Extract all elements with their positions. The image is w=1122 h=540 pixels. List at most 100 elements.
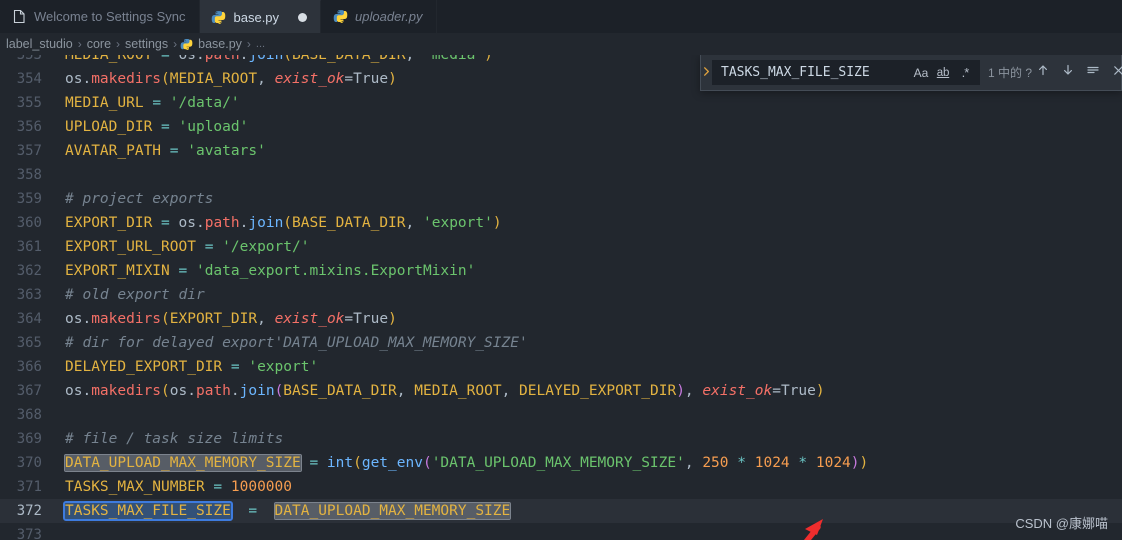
code-line: 361 EXPORT_URL_ROOT = '/export/': [0, 235, 1122, 259]
breadcrumb-separator: ›: [246, 37, 251, 51]
line-number: 371: [16, 479, 42, 495]
match-whole-word-toggle[interactable]: ab: [933, 63, 953, 83]
code-line: 355 MEDIA_URL = '/data/': [0, 91, 1122, 115]
line-content: [56, 523, 1122, 540]
line-number: 360: [16, 215, 42, 231]
occurrence-highlight: DATA_UPLOAD_MAX_MEMORY_SIZE: [273, 502, 512, 520]
code-line-active: 372 TASKS_MAX_FILE_SIZE = DATA_UPLOAD_MA…: [0, 499, 1122, 523]
line-content: # project exports: [65, 191, 214, 207]
close-find-button[interactable]: [1107, 62, 1122, 84]
tab-label: Welcome to Settings Sync: [34, 9, 186, 24]
line-content: DELAYED_EXPORT_DIR = 'export': [65, 359, 319, 375]
previous-match-button[interactable]: [1032, 62, 1054, 84]
line-content: AVATAR_PATH = 'avatars': [65, 143, 266, 159]
toggle-replace-button[interactable]: [701, 55, 712, 90]
code-line: 370 DATA_UPLOAD_MAX_MEMORY_SIZE = int(ge…: [0, 451, 1122, 475]
search-match-current: TASKS_MAX_FILE_SIZE: [63, 501, 233, 521]
find-actions: [1032, 62, 1122, 84]
line-number: 359: [16, 191, 42, 207]
python-icon: [211, 9, 227, 25]
line-number: 357: [16, 143, 42, 159]
use-regex-toggle[interactable]: .*: [955, 63, 975, 83]
breadcrumb-separator: ›: [173, 37, 178, 51]
line-number: 355: [16, 95, 42, 111]
line-number: 367: [16, 383, 42, 399]
breadcrumb-item-label-studio[interactable]: label_studio: [3, 37, 76, 51]
next-match-button[interactable]: [1057, 62, 1079, 84]
line-number: 370: [16, 455, 42, 471]
code-line: 357 AVATAR_PATH = 'avatars': [0, 139, 1122, 163]
line-content: # dir for delayed export'DATA_UPLOAD_MAX…: [65, 335, 528, 351]
code-line: 360 EXPORT_DIR = os.path.join(BASE_DATA_…: [0, 211, 1122, 235]
file-icon: [11, 9, 27, 25]
line-content: TASKS_MAX_NUMBER = 1000000: [65, 479, 292, 495]
tab-dirty-indicator[interactable]: [298, 12, 308, 22]
line-number: 368: [16, 407, 42, 423]
line-number: 372: [16, 503, 42, 519]
find-options: Aa ab .*: [911, 63, 975, 83]
line-number: 369: [16, 431, 42, 447]
tab-uploader-py[interactable]: uploader.py: [321, 0, 437, 33]
code-line: 369 # file / task size limits: [0, 427, 1122, 451]
occurrence-highlight: DATA_UPLOAD_MAX_MEMORY_SIZE: [64, 454, 302, 472]
code-line: 367 os.makedirs(os.path.join(BASE_DATA_D…: [0, 379, 1122, 403]
python-icon: [179, 37, 194, 52]
line-content: EXPORT_MIXIN = 'data_export.mixins.Expor…: [65, 263, 476, 279]
line-content: EXPORT_DIR = os.path.join(BASE_DATA_DIR,…: [65, 215, 502, 231]
code-line: 366 DELAYED_EXPORT_DIR = 'export': [0, 355, 1122, 379]
code-line: 364 os.makedirs(EXPORT_DIR, exist_ok=Tru…: [0, 307, 1122, 331]
arrow-up-icon: [1036, 63, 1050, 82]
match-case-toggle[interactable]: Aa: [911, 63, 931, 83]
line-number: 354: [16, 71, 42, 87]
editor-tab-bar: Welcome to Settings Sync base.py uploade…: [0, 0, 1122, 33]
code-line: 362 EXPORT_MIXIN = 'data_export.mixins.E…: [0, 259, 1122, 283]
watermark: CSDN @康娜喵: [1015, 516, 1108, 531]
line-content: UPLOAD_DIR = 'upload': [65, 119, 249, 135]
tab-welcome-to-settings-sync[interactable]: Welcome to Settings Sync: [0, 0, 200, 33]
breadcrumb-separator: ›: [116, 37, 121, 51]
breadcrumb-separator: ›: [77, 37, 82, 51]
line-content: # old export dir: [65, 287, 205, 303]
line-number: 358: [16, 167, 42, 183]
line-content: [56, 403, 1122, 427]
line-number: 373: [16, 527, 42, 540]
breadcrumb-item-core[interactable]: core: [84, 37, 114, 51]
find-input[interactable]: TASKS_MAX_FILE_SIZE Aa ab .*: [712, 60, 980, 85]
find-widget[interactable]: TASKS_MAX_FILE_SIZE Aa ab .* 1 中的 ?: [700, 55, 1122, 91]
breadcrumb-item-more[interactable]: ...: [253, 38, 268, 50]
chevron-right-icon: [701, 64, 712, 82]
vscode-window: Welcome to Settings Sync base.py uploade…: [0, 0, 1122, 540]
line-content: os.makedirs(os.path.join(BASE_DATA_DIR, …: [65, 383, 825, 399]
code-editor[interactable]: 353 MEDIA_ROOT = os.path.join(BASE_DATA_…: [0, 55, 1122, 540]
line-content: [56, 163, 1122, 187]
python-icon: [332, 9, 348, 25]
line-number: 361: [16, 239, 42, 255]
line-content: MEDIA_URL = '/data/': [65, 95, 240, 111]
find-in-selection-button[interactable]: [1082, 62, 1104, 84]
code-lines: 353 MEDIA_ROOT = os.path.join(BASE_DATA_…: [0, 55, 1122, 540]
tab-label: base.py: [233, 9, 280, 25]
match-count-label: 1 中的 ?: [988, 66, 1033, 80]
breadcrumb-item-base-py[interactable]: base.py: [195, 37, 245, 51]
code-line: 371 TASKS_MAX_NUMBER = 1000000: [0, 475, 1122, 499]
lines-icon: [1086, 63, 1100, 82]
line-number: 364: [16, 311, 42, 327]
line-content: DATA_UPLOAD_MAX_MEMORY_SIZE = int(get_en…: [64, 454, 869, 472]
code-line: 359 # project exports: [0, 187, 1122, 211]
line-number: 362: [16, 263, 42, 279]
breadcrumb-item-settings[interactable]: settings: [122, 37, 171, 51]
line-number: 356: [16, 119, 42, 135]
find-input-value: TASKS_MAX_FILE_SIZE: [721, 65, 870, 80]
arrow-down-icon: [1061, 63, 1075, 82]
code-line: 363 # old export dir: [0, 283, 1122, 307]
line-number: 365: [16, 335, 42, 351]
code-line: 365 # dir for delayed export'DATA_UPLOAD…: [0, 331, 1122, 355]
tab-label: uploader.py: [355, 9, 423, 24]
line-number: 366: [16, 359, 42, 375]
tab-base-py[interactable]: base.py: [199, 0, 322, 33]
code-line: 356 UPLOAD_DIR = 'upload': [0, 115, 1122, 139]
line-content: # file / task size limits: [65, 431, 284, 447]
close-icon: [1112, 64, 1122, 82]
code-line: 368: [0, 403, 1122, 427]
breadcrumb: label_studio › core › settings › base.py…: [0, 33, 1122, 55]
